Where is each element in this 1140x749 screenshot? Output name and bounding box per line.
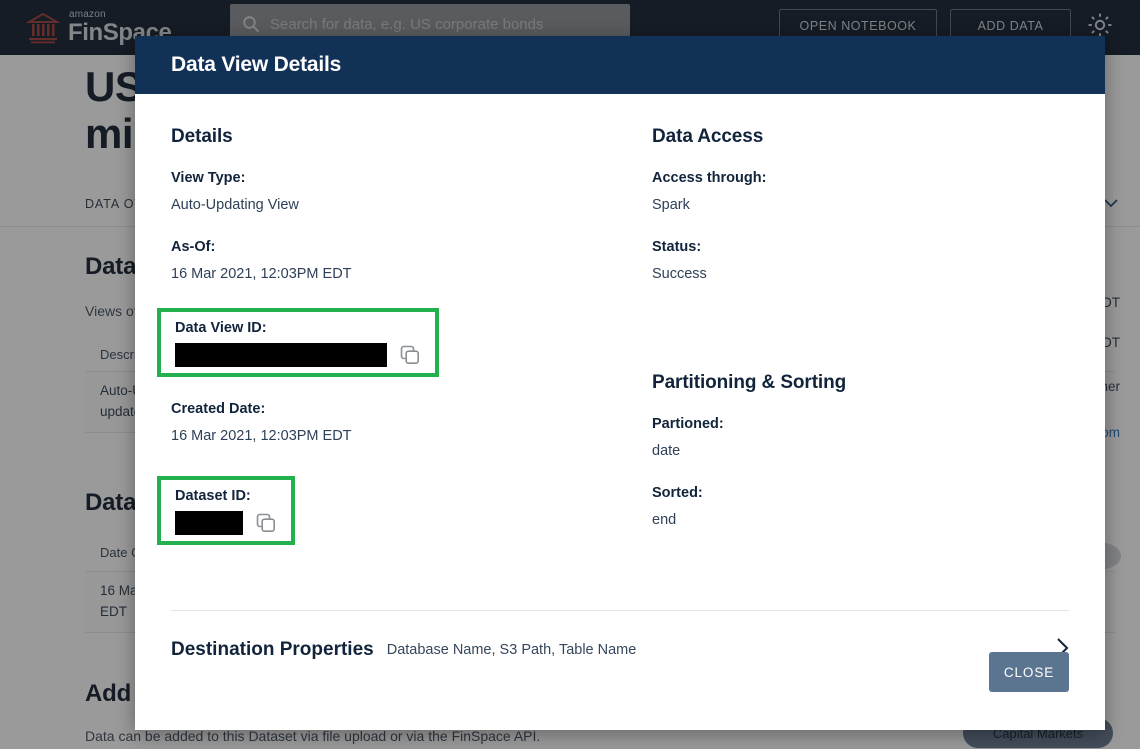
copy-data-view-id-button[interactable]: [399, 344, 421, 366]
as-of-label: As-Of:: [171, 239, 620, 255]
partitioning-group-title: Partitioning & Sorting: [652, 372, 1069, 394]
created-date-label: Created Date:: [171, 401, 620, 417]
partitioned-label: Partioned:: [652, 416, 1069, 432]
dataset-id-highlight: Dataset ID:: [157, 476, 295, 545]
dialog-title: Data View Details: [171, 53, 341, 77]
dialog-body: Details View Type: Auto-Updating View As…: [135, 94, 1105, 730]
dataset-id-value: [175, 511, 243, 535]
dataset-id-row: [175, 511, 277, 535]
partitioned-value: date: [652, 443, 1069, 459]
data-view-id-highlight: Data View ID:: [157, 308, 439, 377]
details-column: Details View Type: Auto-Updating View As…: [171, 126, 620, 555]
data-view-details-dialog: Data View Details Details View Type: Aut…: [135, 36, 1105, 730]
view-type-label: View Type:: [171, 170, 620, 186]
copy-icon: [255, 522, 277, 537]
app-root: US Equity Time-Bar Summary - 1 min - Sam…: [0, 0, 1140, 749]
access-through-label: Access through:: [652, 170, 1069, 186]
destination-properties-title: Destination Properties: [171, 639, 374, 661]
column-spacer: [652, 308, 1069, 372]
data-access-group-title: Data Access: [652, 126, 1069, 148]
details-group-title: Details: [171, 126, 620, 148]
data-view-id-value: [175, 343, 387, 367]
dialog-header: Data View Details: [135, 36, 1105, 94]
created-date-value: 16 Mar 2021, 12:03PM EDT: [171, 428, 620, 444]
access-through-value: Spark: [652, 197, 1069, 213]
view-type-value: Auto-Updating View: [171, 197, 620, 213]
copy-icon: [399, 354, 421, 369]
data-view-id-label: Data View ID:: [175, 320, 421, 336]
status-value: Success: [652, 266, 1069, 282]
close-button[interactable]: CLOSE: [989, 652, 1069, 692]
copy-dataset-id-button[interactable]: [255, 512, 277, 534]
data-view-id-row: [175, 343, 421, 367]
dialog-footer: CLOSE: [989, 652, 1069, 692]
dataset-id-label: Dataset ID:: [175, 488, 277, 504]
status-label: Status:: [652, 239, 1069, 255]
as-of-value: 16 Mar 2021, 12:03PM EDT: [171, 266, 620, 282]
data-access-column: Data Access Access through: Spark Status…: [620, 126, 1069, 555]
destination-properties-row[interactable]: Destination Properties Database Name, S3…: [171, 627, 1069, 673]
section-divider: [171, 610, 1069, 611]
sorted-label: Sorted:: [652, 485, 1069, 501]
destination-properties-subtitle: Database Name, S3 Path, Table Name: [387, 642, 637, 658]
sorted-value: end: [652, 512, 1069, 528]
